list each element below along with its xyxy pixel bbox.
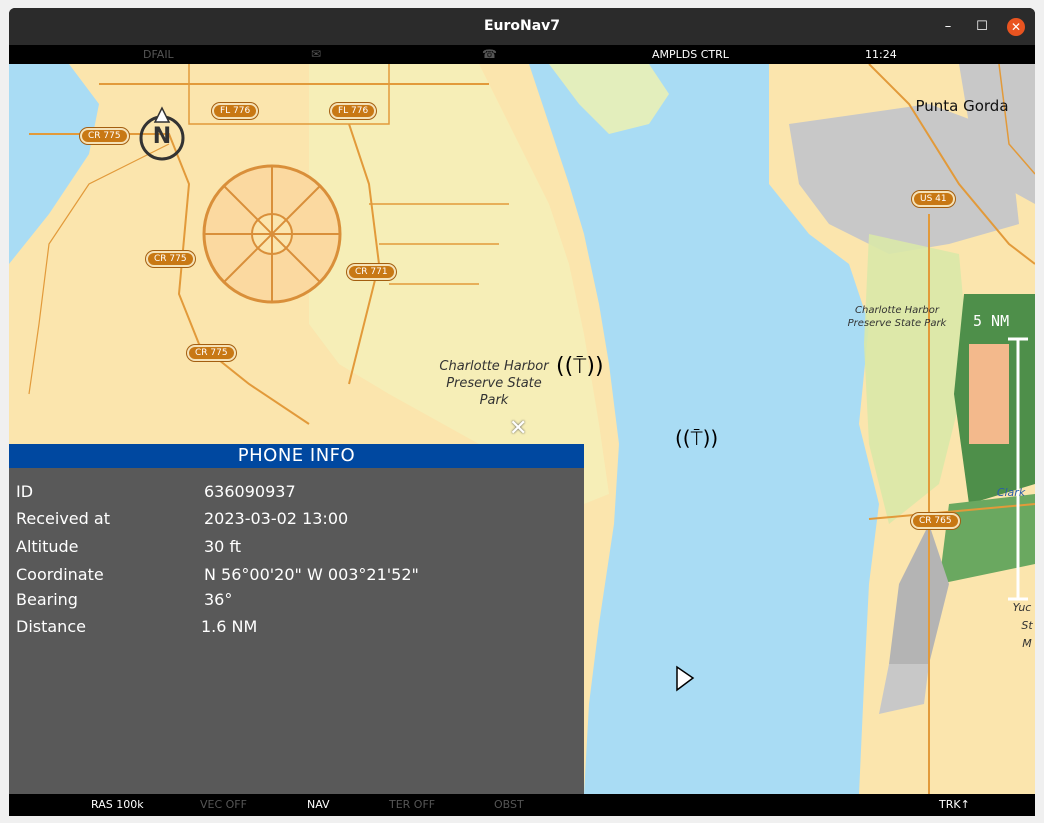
vec-toggle[interactable]: VEC OFF	[200, 798, 247, 811]
antenna-icon[interactable]: ((⍑))	[556, 354, 604, 379]
amplds-ctrl-indicator[interactable]: AMPLDS CTRL	[652, 48, 729, 61]
info-label: Received at	[16, 509, 110, 528]
north-arrow-icon: N	[152, 124, 172, 149]
route-shield: CR 765	[911, 513, 960, 529]
phone-info-title: PHONE INFO	[9, 444, 584, 468]
scale-label: 5 NM	[973, 312, 1010, 330]
minimize-button[interactable]: –	[939, 18, 957, 36]
route-shield: FL 776	[212, 103, 259, 119]
window-title: EuroNav7	[483, 18, 561, 34]
phone-icon[interactable]: ☎	[482, 47, 497, 61]
info-value: 636090937	[204, 482, 296, 501]
info-value: 2023-03-02 13:00	[204, 509, 349, 528]
dfail-indicator[interactable]: DFAIL	[143, 48, 174, 61]
info-value: 36°	[204, 590, 233, 609]
route-shield: US 41	[912, 191, 955, 207]
map-label: Charlotte Harbor Preserve State Park	[439, 359, 549, 408]
info-value: 30 ft	[204, 537, 242, 556]
info-value: 1.6 NM	[201, 617, 258, 636]
ras-scale-button[interactable]: RAS 100k	[91, 798, 144, 811]
obst-toggle[interactable]: OBST	[494, 798, 524, 811]
antenna-icon[interactable]: ((⍑))	[675, 426, 718, 450]
info-row-id: ID 636090937	[9, 482, 584, 506]
info-label: Altitude	[16, 537, 79, 556]
ter-toggle[interactable]: TER OFF	[389, 798, 435, 811]
map-label: St	[1021, 619, 1033, 632]
info-label: Distance	[16, 617, 86, 636]
route-shield: FL 776	[330, 103, 377, 119]
route-shield: CR 775	[187, 345, 236, 361]
status-bar-bottom: RAS 100k VEC OFF NAV TER OFF OBST TRK↑	[9, 794, 1035, 816]
info-label: ID	[16, 482, 34, 501]
phone-info-panel: PHONE INFO ID 636090937 Received at 2023…	[9, 444, 584, 794]
info-row-coordinate: Coordinate N 56°00'20" W 003°21'52"	[9, 565, 584, 589]
map-label: Charlotte Harbor Preserve State Park	[847, 305, 947, 329]
map-label: Yuc	[1012, 601, 1032, 614]
map-label: Punta Gorda	[915, 97, 1009, 115]
close-button[interactable]: ✕	[1007, 18, 1025, 36]
route-shield: CR 771	[347, 264, 396, 280]
map-label: Clark	[996, 486, 1026, 499]
nav-mode-button[interactable]: NAV	[307, 798, 330, 811]
status-bar-top: DFAIL ✉ ☎ AMPLDS CTRL 11:24	[9, 45, 1035, 64]
clock: 11:24	[865, 48, 897, 61]
maximize-button[interactable]: ☐	[973, 18, 991, 36]
info-value: N 56°00'20" W 003°21'52"	[204, 565, 419, 584]
app-window: EuroNav7 – ☐ ✕ DFAIL ✉ ☎ AMPLDS CTRL 11:…	[9, 8, 1035, 816]
map-view[interactable]: N FL 776 FL 776 CR 775 CR 775 CR 775 CR …	[9, 64, 1035, 794]
info-row-bearing: Bearing 36°	[9, 590, 584, 614]
info-row-altitude: Altitude 30 ft	[9, 537, 584, 561]
title-bar: EuroNav7 – ☐ ✕	[9, 8, 1035, 45]
route-shield: CR 775	[80, 128, 129, 144]
info-row-received: Received at 2023-03-02 13:00	[9, 509, 584, 533]
route-shield: CR 775	[146, 251, 195, 267]
info-row-distance: Distance 1.6 NM	[9, 617, 584, 641]
airport-icon: ✕	[509, 416, 528, 441]
info-label: Bearing	[16, 590, 78, 609]
envelope-icon[interactable]: ✉	[311, 47, 321, 61]
map-label: M	[1022, 637, 1032, 650]
info-label: Coordinate	[16, 565, 104, 584]
track-up-button[interactable]: TRK↑	[939, 798, 970, 811]
